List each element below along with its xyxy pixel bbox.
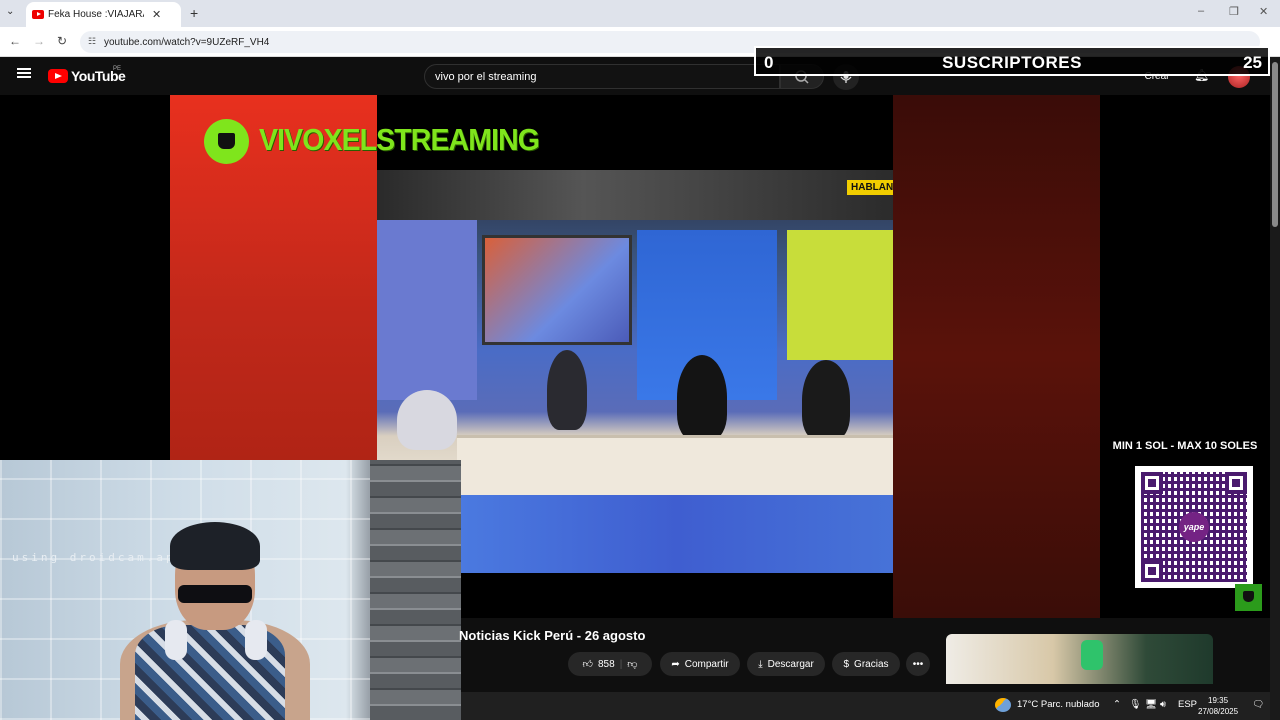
clock-date: 27/08/2025 (1198, 707, 1239, 716)
country-code: PE (113, 66, 122, 72)
overlay-dark-panel (893, 95, 1100, 618)
browser-tab[interactable]: Feka House :VIAJARÁ a ✕ (26, 2, 181, 27)
studio-desk (457, 435, 893, 495)
like-count: 858 (598, 658, 615, 670)
window-close-button[interactable]: ✕ (1259, 5, 1268, 18)
yape-logo-icon: yape (1179, 512, 1209, 542)
search-input[interactable]: vivo por el streaming (424, 64, 780, 89)
streamer-hair (170, 522, 260, 570)
youtube-logo-icon[interactable] (48, 69, 68, 83)
studio-screen (482, 235, 632, 345)
tray-chevron-icon[interactable]: ⌃ (1113, 699, 1121, 710)
weather-text[interactable]: 17°C Parc. nublado (1017, 699, 1100, 710)
site-info-icon[interactable]: ☷ (88, 36, 96, 47)
studio-ceiling (377, 170, 893, 220)
subscriber-label: SUSCRIPTORES (942, 53, 1082, 72)
studio-sign: HABLAN (847, 180, 893, 195)
scrollbar-thumb[interactable] (1272, 62, 1278, 227)
menu-icon[interactable] (17, 68, 31, 78)
thanks-icon: $ (843, 658, 850, 670)
webcam-overlay: using droidcam.app (0, 460, 461, 720)
video-title: Noticias Kick Perú - 26 agosto (459, 628, 646, 643)
yape-qr-code: yape (1135, 466, 1253, 588)
studio-host (802, 360, 850, 440)
tab-title: Feka House :VIAJARÁ a (48, 9, 144, 20)
sidebar-ad-thumbnail[interactable] (946, 634, 1213, 684)
channel-logo-icon (204, 119, 249, 164)
subscriber-counter: 0 SUSCRIPTORES 25 (754, 46, 1270, 76)
microphone-tray-icon[interactable]: 🎙︎ (1129, 699, 1141, 710)
new-tab-button[interactable]: + (190, 5, 198, 21)
back-arrow-icon[interactable]: ← (9, 34, 21, 48)
url-text: youtube.com/watch?v=9UZeRF_VH4 (104, 36, 270, 48)
network-icon[interactable]: 🖥︎ (1145, 699, 1157, 710)
clock-time: 19:35 (1208, 696, 1229, 705)
download-label: Descargar (767, 658, 814, 670)
thanks-button[interactable]: $ Gracias (832, 652, 900, 676)
headphone-icon (245, 620, 267, 660)
tab-search-icon[interactable]: ⌄ (6, 6, 14, 17)
windows-taskbar (461, 692, 1280, 720)
thumbs-up-icon[interactable]: 👍︎ (583, 658, 593, 670)
more-icon: ••• (912, 658, 924, 670)
donation-range-label: MIN 1 SOL - MAX 10 SOLES (1112, 440, 1258, 452)
download-icon: ⤓ (758, 658, 763, 670)
system-clock[interactable]: 19:35 27/08/2025 (1198, 695, 1238, 717)
headphone-icon (165, 620, 187, 660)
channel-name-overlay: VIVOXELSTREAMING (259, 122, 540, 157)
studio-desk-base (457, 495, 893, 573)
studio-host (677, 355, 727, 440)
corner-channel-icon (1235, 584, 1262, 611)
studio-host (397, 390, 457, 450)
language-indicator[interactable]: ESP (1178, 699, 1197, 710)
reload-icon[interactable]: ↻ (57, 34, 67, 48)
studio-green-panel (787, 230, 893, 360)
subscriber-goal: 25 (1243, 53, 1262, 72)
search-value: vivo por el streaming (435, 70, 537, 83)
share-label: Compartir (684, 658, 729, 670)
sunglasses (178, 585, 252, 603)
like-dislike-group[interactable]: 👍︎ 858 | 👎︎ (568, 652, 652, 676)
notifications-icon[interactable]: 🗨︎ (1252, 699, 1264, 710)
ad-badge (1081, 640, 1103, 670)
weather-icon[interactable] (995, 698, 1011, 712)
youtube-favicon-icon (32, 10, 44, 19)
volume-icon[interactable]: 🔊︎ (1160, 699, 1166, 710)
forward-arrow-icon[interactable]: → (33, 34, 45, 48)
thanks-label: Gracias (854, 658, 889, 670)
minimize-button[interactable]: – (1198, 5, 1204, 17)
thumbs-down-icon[interactable]: 👎︎ (627, 658, 637, 670)
download-button[interactable]: ⤓ Descargar (747, 652, 825, 676)
maximize-button[interactable]: ❐ (1229, 5, 1239, 18)
studio-wall (377, 220, 477, 400)
droidcam-watermark: using droidcam.app (12, 551, 186, 564)
share-button[interactable]: ➦ Compartir (660, 652, 740, 676)
studio-host (547, 350, 587, 430)
more-actions-button[interactable]: ••• (906, 652, 930, 676)
share-icon: ➦ (671, 658, 680, 670)
tab-close-icon[interactable]: ✕ (152, 8, 161, 21)
